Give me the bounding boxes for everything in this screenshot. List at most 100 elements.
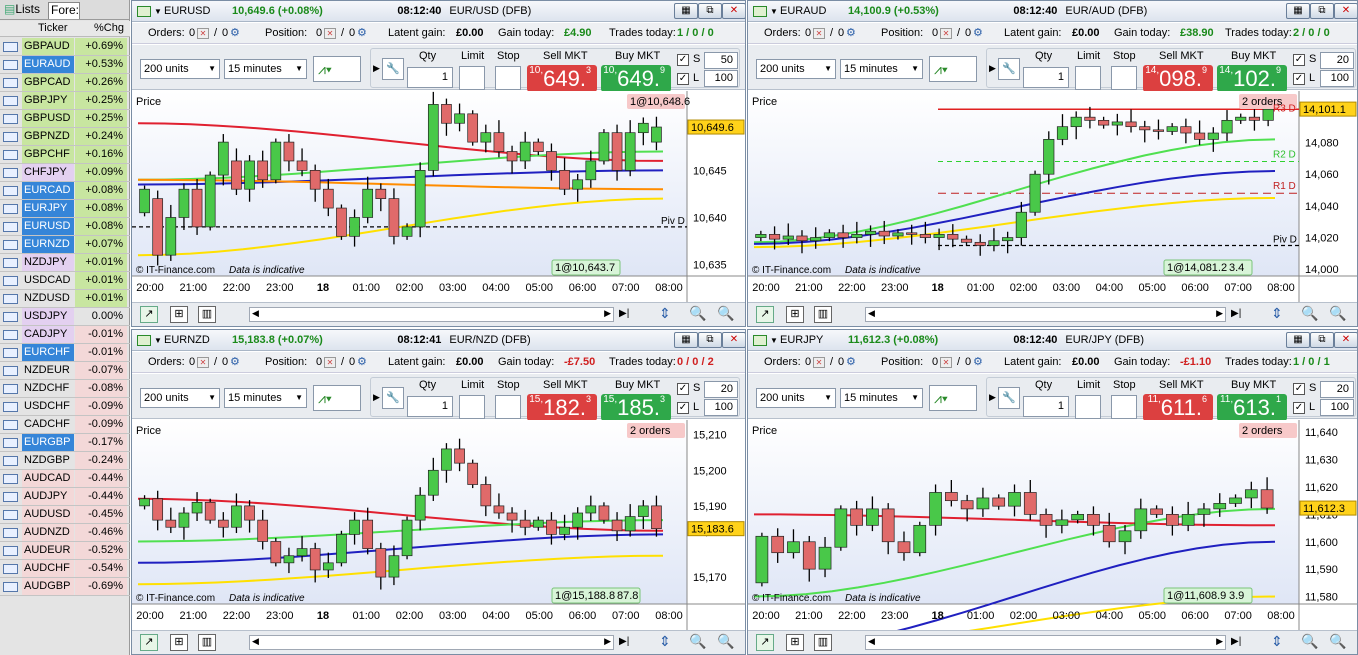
limit-distance-input[interactable]: 100 [1320, 399, 1354, 416]
restore-button[interactable]: ⧉ [698, 3, 722, 19]
drawing-tools-icon[interactable]: ⊞ [170, 634, 188, 651]
indicators-icon[interactable]: ▥ [198, 306, 216, 323]
interval-select[interactable]: 15 minutes [224, 388, 307, 408]
gear-icon[interactable]: ⚙ [973, 23, 983, 44]
stop-order-icon[interactable] [495, 66, 521, 90]
auto-scale-icon[interactable]: ⇕ [659, 633, 671, 650]
drawing-tools-icon[interactable]: ⊞ [786, 306, 804, 323]
sell-button[interactable]: 10,649.3 [527, 65, 597, 92]
limit-distance-input[interactable]: 100 [1320, 70, 1354, 87]
limit-distance-input[interactable]: 100 [704, 70, 738, 87]
gear-icon[interactable]: ⚙ [230, 23, 240, 44]
chart-svg[interactable]: 14,10014,08014,06014,04014,02014,00020:0… [748, 91, 1357, 304]
qty-input[interactable]: 1 [407, 396, 453, 417]
close-position-icon[interactable]: ✕ [940, 357, 952, 368]
stop-checkbox[interactable]: ✓ [677, 54, 689, 66]
scroll-end-icon[interactable]: ▶| [1231, 308, 1241, 319]
list-item[interactable]: USDCAD +0.01% [0, 272, 130, 290]
list-item[interactable]: GBPAUD +0.69% [0, 38, 130, 56]
chart-scrollbar[interactable]: ◀ ▶ [865, 635, 1226, 650]
limit-order-icon[interactable] [459, 66, 485, 90]
symbol-label[interactable]: EURNZD [164, 330, 210, 351]
gear-icon[interactable]: ⚙ [973, 352, 983, 373]
scroll-end-icon[interactable]: ▶| [1231, 636, 1241, 647]
limit-order-icon[interactable] [459, 395, 485, 419]
list-item[interactable]: AUDGBP -0.69% [0, 578, 130, 596]
symbol-label[interactable]: EURJPY [780, 330, 823, 351]
stop-distance-input[interactable]: 20 [704, 381, 738, 398]
sell-button[interactable]: 15,182.3 [527, 394, 597, 421]
cancel-orders-icon[interactable]: ✕ [813, 28, 825, 39]
cancel-orders-icon[interactable]: ✕ [197, 28, 209, 39]
chart-tool-icon[interactable]: ↗ [140, 634, 158, 651]
zoom-out-icon[interactable]: 🔍 [1301, 633, 1318, 650]
list-item[interactable]: AUDJPY -0.44% [0, 488, 130, 506]
list-item[interactable]: NZDUSD +0.01% [0, 290, 130, 308]
list-item[interactable]: AUDCAD -0.44% [0, 470, 130, 488]
restore-button[interactable]: ⧉ [1310, 3, 1334, 19]
gear-icon[interactable]: ⚙ [846, 23, 856, 44]
chart-tool-icon[interactable]: ↗ [756, 634, 774, 651]
close-position-icon[interactable]: ✕ [324, 28, 336, 39]
wrench-icon[interactable]: 🔧 [998, 58, 1020, 80]
close-button[interactable]: ✕ [722, 3, 745, 19]
limit-checkbox[interactable]: ✓ [677, 73, 689, 85]
play-icon[interactable]: ▶ [989, 63, 996, 74]
list-item[interactable]: EURJPY +0.08% [0, 200, 130, 218]
zoom-in-icon[interactable]: 🔍 [1329, 633, 1346, 650]
chart-style-icon[interactable]: ⩘▾ [313, 56, 361, 82]
auto-scale-icon[interactable]: ⇕ [659, 305, 671, 322]
chevron-down-icon[interactable]: ▼ [154, 330, 162, 351]
scroll-left-icon[interactable]: ◀ [252, 308, 259, 319]
price-chart[interactable]: 11,64011,63011,62011,61011,60011,59011,5… [748, 420, 1357, 632]
gear-icon[interactable]: ⚙ [846, 352, 856, 373]
auto-scale-icon[interactable]: ⇕ [1271, 633, 1283, 650]
close-button[interactable]: ✕ [1334, 332, 1357, 348]
chart-tool-icon[interactable]: ↗ [756, 306, 774, 323]
limit-checkbox[interactable]: ✓ [677, 402, 689, 414]
drawing-tools-icon[interactable]: ⊞ [786, 634, 804, 651]
list-item[interactable]: EURUSD +0.08% [0, 218, 130, 236]
units-select[interactable]: 200 units [140, 59, 220, 79]
scroll-right-icon[interactable]: ▶ [1216, 308, 1223, 319]
limit-distance-input[interactable]: 100 [704, 399, 738, 416]
list-item[interactable]: GBPJPY +0.25% [0, 92, 130, 110]
keyboard-icon[interactable]: ▦ [674, 332, 698, 348]
auto-scale-icon[interactable]: ⇕ [1271, 305, 1283, 322]
restore-button[interactable]: ⧉ [1310, 332, 1334, 348]
interval-select[interactable]: 15 minutes [840, 388, 923, 408]
wrench-icon[interactable]: 🔧 [998, 387, 1020, 409]
close-position-icon[interactable]: ✕ [940, 28, 952, 39]
play-icon[interactable]: ▶ [989, 392, 996, 403]
restore-button[interactable]: ⧉ [698, 332, 722, 348]
indicators-icon[interactable]: ▥ [198, 634, 216, 651]
list-item[interactable]: NZDGBP -0.24% [0, 452, 130, 470]
close-button[interactable]: ✕ [722, 332, 745, 348]
chart-svg[interactable]: 10,65010,64510,64010,63520:0021:0022:002… [132, 91, 745, 304]
chart-scrollbar[interactable]: ◀ ▶ [865, 307, 1226, 322]
list-item[interactable]: CHFJPY +0.09% [0, 164, 130, 182]
scroll-right-icon[interactable]: ▶ [604, 308, 611, 319]
chevron-down-icon[interactable]: ▼ [154, 1, 162, 22]
limit-order-icon[interactable] [1075, 395, 1101, 419]
list-item[interactable]: CADJPY -0.01% [0, 326, 130, 344]
scroll-right-icon[interactable]: ▶ [1216, 636, 1223, 647]
chart-tool-icon[interactable]: ↗ [140, 306, 158, 323]
chevron-down-icon[interactable]: ▼ [770, 1, 778, 22]
zoom-out-icon[interactable]: 🔍 [689, 633, 706, 650]
sell-button[interactable]: 11,611.6 [1143, 394, 1213, 421]
keyboard-icon[interactable]: ▦ [1286, 332, 1310, 348]
symbol-label[interactable]: EURUSD [164, 1, 210, 22]
interval-select[interactable]: 15 minutes [840, 59, 923, 79]
ticker-header[interactable]: Ticker [38, 22, 68, 34]
chart-style-icon[interactable]: ⩘▾ [929, 385, 977, 411]
stop-order-icon[interactable] [1111, 66, 1137, 90]
indicators-icon[interactable]: ▥ [814, 306, 832, 323]
gear-icon[interactable]: ⚙ [357, 23, 367, 44]
units-select[interactable]: 200 units [756, 59, 836, 79]
list-item[interactable]: EURNZD +0.07% [0, 236, 130, 254]
tab-fore[interactable]: Fore: [48, 2, 80, 19]
price-chart[interactable]: 10,65010,64510,64010,63520:0021:0022:002… [132, 91, 745, 304]
price-chart[interactable]: 15,21015,20015,19015,18315,17020:0021:00… [132, 420, 745, 632]
sell-button[interactable]: 14,098.9 [1143, 65, 1213, 92]
